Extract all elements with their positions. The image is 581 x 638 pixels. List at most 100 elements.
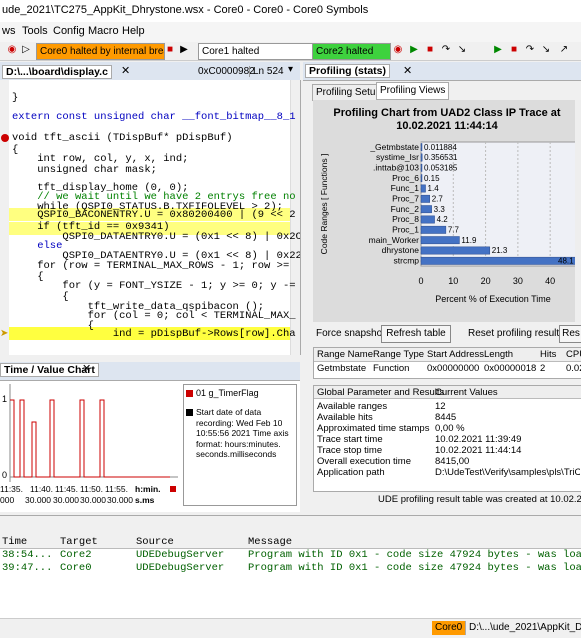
menu-item-help[interactable]: Help — [122, 25, 145, 37]
tab-profiling-views[interactable]: Profiling Views — [376, 82, 450, 100]
close-time-value-icon[interactable]: ✕ — [82, 362, 91, 375]
param-name: Trace stop time — [317, 445, 383, 456]
profiling-tab[interactable]: Profiling (stats) — [305, 64, 391, 78]
category-label: strcmp — [394, 256, 420, 266]
results-table: Range Name Range Type Start Address Leng… — [313, 347, 581, 379]
recording-note: Start date of data recording: Wed Feb 10… — [196, 407, 289, 459]
code-line: ind = pDispBuf->Rows[row].Cha — [12, 328, 296, 340]
menu-item-ws[interactable]: ws — [2, 25, 15, 37]
param-name: Approximated time stamps — [317, 423, 430, 434]
log-cell: UDEDebugServer — [136, 549, 225, 561]
force-snapshot-label: Force snapshot — [316, 328, 385, 339]
editor-file-tab[interactable]: D:\...\board\display.c — [2, 65, 112, 79]
bar — [420, 205, 432, 214]
step-into2-icon[interactable]: ↘ — [540, 44, 552, 56]
editor-tabbar: D:\...\board\display.c ✕ 0xC0000982 Ln 5… — [0, 62, 300, 81]
y-tick-top: 1 — [2, 394, 7, 404]
data-label: 0.15 — [424, 174, 440, 183]
col-cpu[interactable]: CPU — [566, 349, 581, 360]
stop-icon[interactable]: ■ — [164, 44, 176, 56]
step-out-icon[interactable]: ↗ — [558, 44, 570, 56]
core0-status-select[interactable]: Core0 halted by internal break — [36, 43, 165, 60]
bar — [420, 215, 435, 224]
menu-bar: ws Tools Config Macro Help — [0, 22, 581, 42]
col-range-type[interactable]: Range Type — [373, 349, 424, 360]
address-field[interactable]: 0xC0000982 — [198, 66, 255, 77]
table-cell: 0x00000000 — [427, 363, 480, 374]
breakpoint-icon[interactable]: ◉ — [6, 44, 18, 56]
editor-menu-icon[interactable]: ▾ — [288, 64, 293, 75]
category-label: .inttab@103 — [373, 163, 419, 173]
log-col-target[interactable]: Target — [60, 536, 98, 548]
go-icon[interactable]: ▶ — [408, 44, 420, 56]
log-col-source[interactable]: Source — [136, 536, 174, 548]
category-label: _Getmbstate — [369, 142, 419, 152]
params-header-value[interactable]: Current Values — [435, 387, 498, 398]
global-params-table: Global Parameter and Results Current Val… — [313, 385, 581, 492]
code-editor[interactable]: ➤ } extern const unsigned char __font_bi… — [0, 80, 301, 355]
params-header-name[interactable]: Global Parameter and Results — [317, 387, 444, 398]
param-name: Overall execution time — [317, 456, 411, 467]
param-value: 8415,00 — [435, 456, 470, 467]
step-over2-icon[interactable]: ↷ — [524, 44, 536, 56]
param-value: 10.02.2021 11:44:14 — [435, 445, 522, 456]
x-tick-label: 000 — [0, 495, 14, 505]
core1-status[interactable]: Core1 halted — [198, 43, 313, 60]
chart-title: 10.02.2021 11:44:14 — [396, 120, 498, 132]
status-path: D:\...\ude_2021\AppKit_Dhryst — [465, 621, 581, 635]
profiling-chart: Profiling Chart from UAD2 Class IP Trace… — [319, 107, 577, 304]
x-tick-label: 20 — [481, 276, 491, 286]
log-col-message[interactable]: Message — [248, 536, 292, 548]
menu-item-config[interactable]: Config — [53, 25, 85, 37]
window-title: ude_2021\TC275_AppKit_Dhrystone.wsx - Co… — [2, 4, 369, 16]
data-label: 7.7 — [448, 226, 460, 235]
breakpoint-marker-icon[interactable] — [1, 134, 9, 142]
close-tab-icon[interactable]: ✕ — [121, 64, 130, 77]
halt-icon[interactable]: ◉ — [392, 44, 404, 56]
x-tick-label: 30 — [513, 276, 523, 286]
status-core[interactable]: Core0 — [432, 621, 466, 635]
x-tick-label: 11:45. — [55, 484, 78, 494]
data-label: 2.7 — [432, 195, 444, 204]
data-label: 0.011884 — [424, 143, 457, 152]
legend-box: 01 g_TimerFlag Start date of data record… — [183, 384, 297, 506]
param-value: 12 — [435, 401, 446, 412]
break2-icon[interactable]: ■ — [508, 44, 520, 56]
col-start-address[interactable]: Start Address — [427, 349, 484, 360]
bar — [420, 163, 423, 172]
menu-item-macro[interactable]: Macro — [88, 25, 119, 37]
category-label: Proc_6 — [392, 173, 419, 183]
step-over-icon[interactable]: ↷ — [440, 44, 452, 56]
message-log: Time Target Source Message 38:54... Core… — [0, 535, 581, 620]
time-cursor-marker[interactable] — [170, 486, 176, 492]
core2-status[interactable]: Core2 halted — [312, 43, 391, 60]
x-tick-label: 40 — [545, 276, 555, 286]
log-col-time[interactable]: Time — [2, 536, 27, 548]
step-icon[interactable]: ▷ — [20, 44, 32, 56]
menu-item-tools[interactable]: Tools — [22, 25, 48, 37]
go2-icon[interactable]: ▶ — [492, 44, 504, 56]
bar — [420, 153, 423, 162]
editor-gutter[interactable] — [0, 80, 9, 355]
refresh-table-button[interactable]: Refresh table — [381, 325, 451, 343]
tab-profiling-setup[interactable]: Profiling Setup — [312, 84, 386, 101]
close-profiling-icon[interactable]: ✕ — [403, 64, 412, 77]
col-hits[interactable]: Hits — [540, 349, 556, 360]
col-length[interactable]: Length — [484, 349, 513, 360]
step-into-icon[interactable]: ↘ — [456, 44, 468, 56]
col-range-name[interactable]: Range Name — [317, 349, 373, 360]
log-cell: Program with ID 0x1 - code size 47924 by… — [248, 549, 581, 561]
code-line: unsigned char mask; — [12, 164, 157, 176]
log-cell: Program with ID 0x1 - code size 47924 by… — [248, 562, 581, 574]
bar — [420, 246, 491, 255]
table-cell: Function — [373, 363, 410, 374]
log-cell: UDEDebugServer — [136, 562, 225, 574]
code-line: extern const unsigned char __font_bitmap… — [12, 111, 296, 123]
break-icon[interactable]: ■ — [424, 44, 436, 56]
legend-swatch — [186, 390, 193, 397]
current-pc-arrow-icon: ➤ — [0, 328, 9, 339]
x-unit-label: h:min. — [135, 484, 161, 494]
chart-scrollbar[interactable] — [575, 100, 581, 322]
run-icon[interactable]: ▶ — [178, 44, 190, 56]
reset-button[interactable]: Res — [559, 325, 581, 343]
